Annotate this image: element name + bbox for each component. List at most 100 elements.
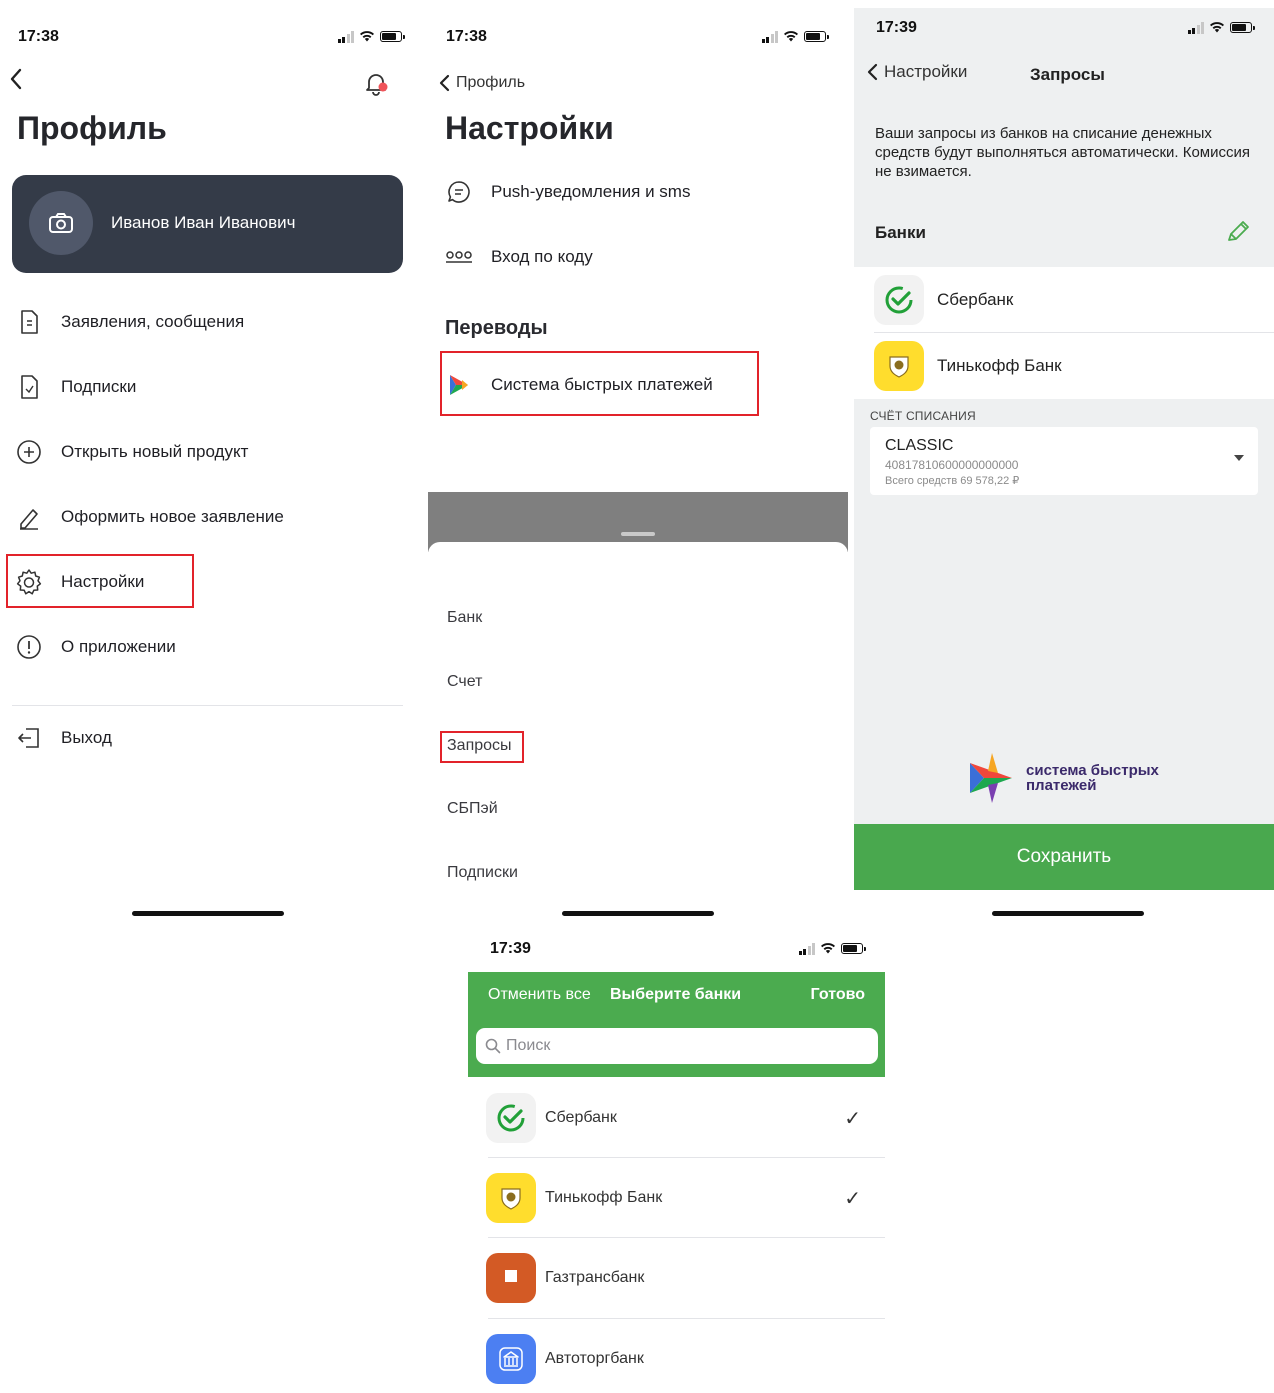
home-indicator [992, 911, 1144, 916]
bank-name: Сбербанк [937, 290, 1014, 309]
notifications-button[interactable] [362, 70, 390, 103]
status-time: 17:39 [490, 940, 531, 957]
status-icons [761, 30, 829, 43]
bank-row-tinkoff[interactable]: Тинькофф Банк [854, 333, 1274, 399]
menu-item-label: Вход по коду [491, 247, 593, 266]
checkmark-icon: ✓ [844, 1187, 861, 1210]
bank-name: Сбербанк [545, 1109, 617, 1126]
menu-item-label: Заявления, сообщения [61, 312, 245, 331]
bank-option-sber[interactable]: Сбербанк ✓ [468, 1078, 885, 1158]
wifi-icon [359, 30, 375, 43]
nav-title: Запросы [1030, 65, 1105, 84]
sheet-item-sbpay[interactable]: СБПэй [447, 800, 498, 818]
avatar[interactable] [29, 191, 93, 255]
battery-icon [380, 31, 405, 42]
wifi-icon [1209, 21, 1225, 34]
account-label: СЧЁТ СПИСАНИЯ [870, 409, 976, 423]
logout-label: Выход [61, 728, 112, 747]
cancel-all-button[interactable]: Отменить все [488, 986, 591, 1004]
status-bar: 17:38 [0, 28, 424, 58]
highlight-settings [6, 554, 194, 608]
gaztransbank-logo-icon [486, 1253, 536, 1303]
camera-icon [49, 213, 73, 233]
divider [12, 705, 403, 706]
settings-screen: 17:38 Профиль Настройки Push-уведомления… [428, 0, 848, 930]
search-input[interactable]: Поиск [476, 1028, 878, 1064]
chevron-left-icon [439, 74, 450, 92]
account-number: 40817810600000000000 [885, 458, 1019, 472]
account-select[interactable]: CLASSIC 40817810600000000000 Всего средс… [870, 427, 1258, 495]
requests-screen: 17:39 Настройки Запросы Ваши запросы из … [854, 8, 1274, 924]
home-indicator [132, 911, 284, 916]
sheet-grab-handle[interactable] [621, 532, 655, 536]
menu-item-label: О приложении [61, 637, 176, 656]
bank-name: Газтрансбанк [545, 1269, 645, 1286]
menu-item-label: Оформить новое заявление [61, 507, 284, 526]
back-label: Настройки [884, 62, 968, 81]
menu-item-label: Открыть новый продукт [61, 442, 249, 461]
bank-name: Тинькофф Банк [937, 356, 1062, 375]
banks-heading: Банки [875, 223, 926, 242]
back-button[interactable] [8, 66, 24, 98]
sheet-item-subscriptions[interactable]: Подписки [447, 864, 518, 882]
save-button[interactable]: Сохранить [854, 824, 1274, 890]
highlight-sbp [440, 351, 759, 416]
bank-picker-screen: 17:39 Отменить все Выберите банки Готово… [468, 930, 885, 1393]
plus-circle-icon [14, 439, 44, 465]
bell-icon [366, 74, 388, 96]
info-text: Ваши запросы из банков на списание денеж… [875, 125, 1250, 180]
wifi-icon [783, 30, 799, 43]
sberbank-logo-icon [874, 275, 924, 325]
status-bar: 17:39 [854, 19, 1274, 49]
menu-item-subscriptions[interactable]: Подписки [14, 367, 136, 407]
account-balance: Всего средств 69 578,22 ₽ [885, 475, 1020, 487]
search-icon [485, 1038, 501, 1054]
menu-item-label: Push-уведомления и sms [491, 182, 691, 201]
bank-option-tinkoff[interactable]: Тинькофф Банк ✓ [468, 1158, 885, 1238]
tinkoff-logo-icon [486, 1173, 536, 1223]
status-bar: 17:39 [468, 940, 885, 970]
bank-row-sber[interactable]: Сбербанк [854, 267, 1274, 333]
subscription-doc-icon [14, 374, 44, 400]
done-button[interactable]: Готово [811, 986, 865, 1004]
dropdown-arrow-icon [1234, 455, 1244, 461]
picker-title: Выберите банки [610, 986, 742, 1003]
menu-item-applications[interactable]: Заявления, сообщения [14, 302, 244, 342]
bank-building-icon [486, 1334, 536, 1384]
bottom-safe-area [854, 890, 1274, 924]
profile-name: Иванов Иван Иванович [111, 213, 296, 232]
logout-button[interactable]: Выход [14, 718, 112, 758]
menu-item-new-application[interactable]: Оформить новое заявление [14, 497, 284, 537]
signal-icon [1187, 21, 1204, 34]
chevron-left-icon [867, 63, 878, 81]
search-placeholder: Поиск [506, 1037, 551, 1054]
battery-icon [841, 943, 866, 954]
status-time: 17:39 [876, 19, 917, 36]
sbp-logo-icon [970, 753, 1012, 803]
status-time: 17:38 [18, 28, 59, 45]
bank-name: Автоторгбанк [545, 1350, 644, 1367]
edit-banks-button[interactable] [1224, 218, 1252, 251]
highlight-requests [440, 731, 524, 763]
info-icon [14, 634, 44, 660]
menu-item-new-product[interactable]: Открыть новый продукт [14, 432, 248, 472]
picker-header: Отменить все Выберите банки Готово Поиск [468, 972, 885, 1077]
signal-icon [337, 30, 354, 43]
back-button[interactable]: Настройки [866, 62, 967, 82]
bank-option-avtotorg[interactable]: Автоторгбанк [468, 1319, 885, 1393]
signal-icon [761, 30, 778, 43]
battery-icon [1230, 22, 1255, 33]
menu-item-push[interactable]: Push-уведомления и sms [444, 172, 690, 212]
signal-icon [798, 942, 815, 955]
profile-card[interactable]: Иванов Иван Иванович [12, 175, 403, 273]
back-button[interactable]: Профиль [438, 73, 525, 93]
page-title: Настройки [445, 110, 614, 146]
wifi-icon [820, 942, 836, 955]
menu-item-about[interactable]: О приложении [14, 627, 176, 667]
sheet-item-bank[interactable]: Банк [447, 609, 482, 627]
status-icons [798, 942, 866, 955]
menu-item-pin-login[interactable]: Вход по коду [444, 237, 593, 277]
checkmark-icon: ✓ [844, 1107, 861, 1130]
bank-option-gaztrans[interactable]: Газтрансбанк [468, 1238, 885, 1318]
sheet-item-account[interactable]: Счет [447, 673, 482, 691]
